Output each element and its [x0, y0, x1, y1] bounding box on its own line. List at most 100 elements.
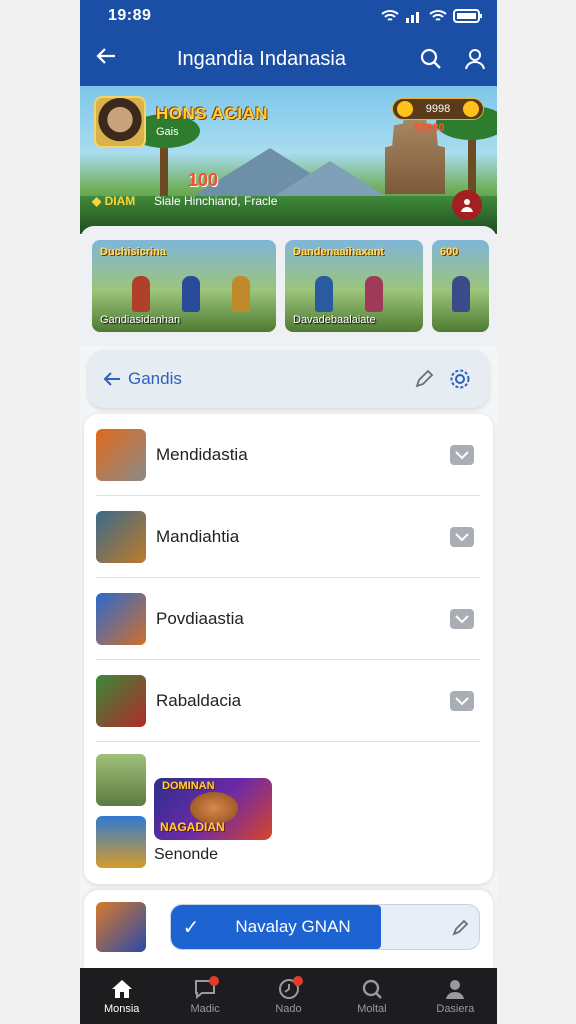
list-item[interactable]: Povdiaastia	[96, 578, 480, 660]
nav-item-chat[interactable]: Madic	[163, 968, 246, 1024]
bottom-nav: Monsia Madic Nado Moltal Dasiera	[80, 968, 497, 1024]
search-icon	[420, 48, 441, 69]
game-name: Povdiaastia	[156, 608, 244, 628]
game-thumbnail	[96, 816, 146, 868]
check-icon	[455, 614, 469, 623]
check-icon	[455, 696, 469, 705]
character-art	[452, 276, 470, 312]
nav-label: Madic	[190, 1002, 220, 1015]
pencil-icon	[415, 369, 434, 388]
game-name: Mandiahtia	[156, 526, 240, 546]
hero-score: 53980	[414, 122, 445, 134]
game-name: Rabaldacia	[156, 690, 242, 710]
user-alert-icon	[461, 199, 473, 212]
back-button[interactable]	[80, 45, 132, 73]
notification-badge	[209, 976, 220, 986]
search-button[interactable]	[409, 47, 453, 71]
game-thumbnail	[96, 754, 146, 806]
hero-avatar	[94, 96, 146, 148]
app-bar: Ingandia Indanasia	[80, 32, 497, 86]
check-icon	[455, 450, 469, 459]
status-time: 19:89	[108, 7, 152, 24]
arrow-left-icon	[103, 372, 120, 386]
edit-button[interactable]	[409, 368, 439, 390]
character-art	[182, 276, 200, 312]
mountain-art-2	[270, 161, 390, 199]
gear-icon	[450, 369, 470, 389]
nav-label: Dasiera	[436, 1002, 475, 1015]
wifi-icon	[381, 10, 399, 21]
pencil-icon	[452, 919, 469, 936]
nav-item-activity[interactable]: Nado	[247, 968, 330, 1024]
notification-badge	[292, 976, 303, 986]
character-art	[132, 276, 150, 312]
nav-label: Nado	[275, 1002, 302, 1015]
promo-banner[interactable]: DOMINAN NAGADIAN	[154, 778, 272, 840]
filter-label: Gandis	[128, 369, 182, 388]
edit-button[interactable]	[451, 917, 471, 942]
nav-item-profile[interactable]: Dasiera	[414, 968, 497, 1024]
item-checkbox[interactable]	[450, 444, 474, 465]
hero-badge-label: DIAM	[104, 194, 136, 208]
hero-caption: Siale Hinchiand, Fracle	[154, 194, 278, 208]
game-list: Mendidastia Mandiahtia Povdiaastia Rabal…	[84, 414, 493, 884]
wifi-icon-secondary	[429, 10, 447, 21]
list-item[interactable]: Mendidastia	[96, 414, 480, 496]
check-icon	[455, 532, 469, 541]
filter-back-button[interactable]: Gandis	[102, 369, 403, 389]
nav-label: Moltal	[357, 1002, 387, 1015]
item-checkbox[interactable]	[450, 608, 474, 629]
nav-label: Monsia	[103, 1002, 140, 1015]
game-thumbnail	[96, 510, 146, 563]
featured-card[interactable]: 600	[432, 240, 489, 332]
status-bar: 19:89	[80, 0, 497, 32]
hero-badge: ◆ DIAM	[92, 194, 136, 208]
primary-action-button[interactable]: ✓ Navalay GNAN	[171, 905, 381, 949]
hero-banner[interactable]: HONS ACIAN Gais 100 ◆ DIAM Siale Hinchia…	[80, 86, 497, 234]
card-caption: Gandiasidanhan	[100, 314, 181, 326]
hero-subtitle: Gais	[156, 126, 179, 138]
coin-icon-2	[462, 101, 479, 117]
status-icons	[381, 9, 483, 23]
card-title: Duchisicrina	[100, 246, 167, 258]
nav-item-search[interactable]: Moltal	[330, 968, 413, 1024]
list-item-featured[interactable]: DOMINAN NAGADIAN Senonde	[96, 754, 480, 874]
game-thumbnail	[96, 674, 146, 727]
featured-card[interactable]: Dandenaaihaxant Davadebaalaiate	[285, 240, 423, 332]
nav-item-home[interactable]: Monsia	[80, 968, 163, 1024]
hero-action-button[interactable]	[452, 190, 482, 220]
card-caption: Davadebaalaiate	[293, 314, 376, 326]
bottom-action-panel: ✓ Navalay GNAN	[84, 890, 493, 970]
featured-carousel: Duchisicrina Gandiasidanhan Dandenaaihax…	[80, 226, 497, 346]
featured-card[interactable]: Duchisicrina Gandiasidanhan	[92, 240, 276, 332]
filter-bar: Gandis	[88, 350, 489, 408]
promo-title: DOMINAN	[162, 780, 215, 792]
card-title: 600	[440, 246, 459, 258]
battery-icon	[453, 9, 482, 23]
checkmark-icon: ✓	[182, 916, 200, 939]
app-title: Ingandia Indanasia	[176, 47, 347, 70]
coin-count: 9998	[425, 103, 451, 115]
item-checkbox[interactable]	[450, 526, 474, 547]
card-title: Dandenaaihaxant	[293, 246, 385, 258]
action-bar: ✓ Navalay GNAN	[170, 904, 480, 950]
primary-action-label: Navalay GNAN	[235, 917, 351, 936]
home-icon	[111, 979, 132, 998]
hero-number: 100	[188, 170, 219, 190]
game-name: Senonde	[154, 846, 219, 863]
profile-button[interactable]	[453, 47, 497, 71]
user-icon	[465, 49, 485, 70]
coin-counter: 9998	[392, 98, 484, 120]
hero-title: HONS ACIAN	[156, 104, 269, 123]
character-art	[365, 276, 383, 312]
phone-screen: 19:89 Ingandia Indanasia HONS ACIAN Gais	[80, 0, 497, 1024]
item-checkbox[interactable]	[450, 690, 474, 711]
arrow-left-icon	[96, 48, 115, 64]
promo-subtitle: NAGADIAN	[160, 820, 225, 834]
game-thumbnail	[96, 902, 146, 952]
list-item[interactable]: Mandiahtia	[96, 496, 480, 578]
coin-icon	[397, 101, 413, 117]
settings-button[interactable]	[445, 368, 475, 390]
list-item[interactable]: Rabaldacia	[96, 660, 480, 742]
search-icon	[362, 979, 382, 999]
